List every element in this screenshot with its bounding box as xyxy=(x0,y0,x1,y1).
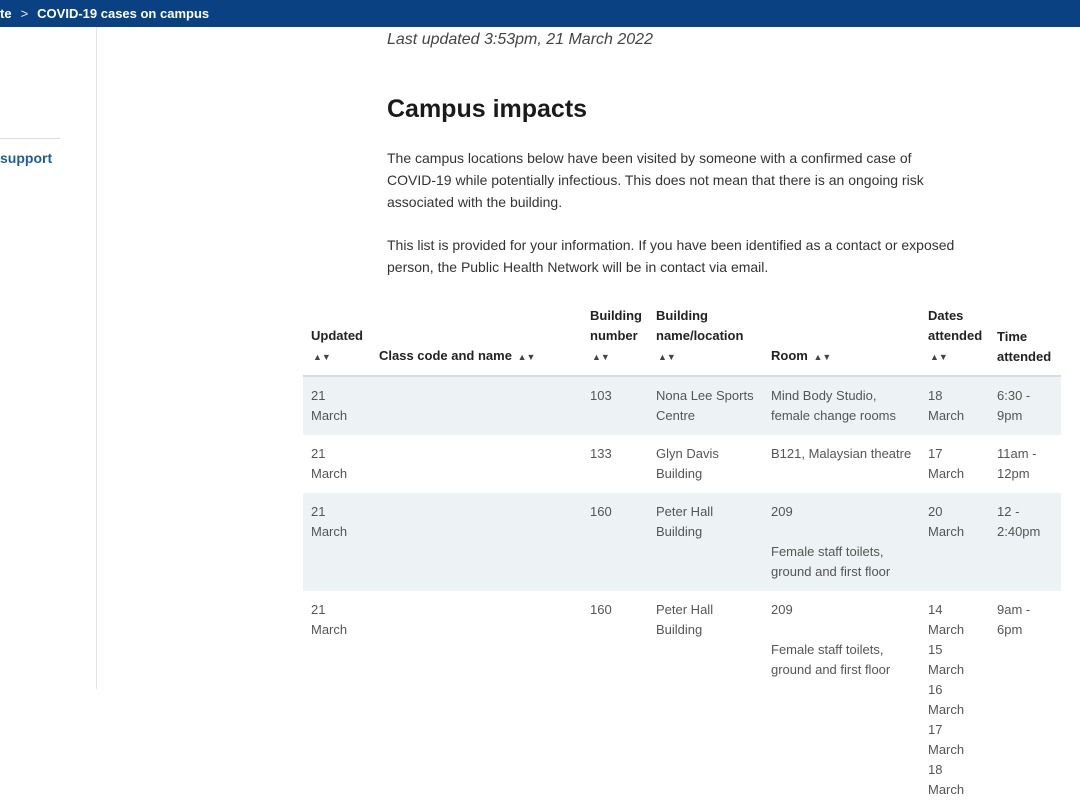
cell-class-code xyxy=(371,435,582,493)
info-paragraph: This list is provided for your informati… xyxy=(387,237,955,275)
table-header-row: Updated ▲▼ Class code and name ▲▼ Buildi… xyxy=(303,306,1061,377)
sidebar-divider-rule xyxy=(0,138,60,139)
cell-room: 209 Female staff toilets, ground and fir… xyxy=(763,493,920,591)
sort-icon[interactable]: ▲▼ xyxy=(813,347,831,367)
last-updated-text: Last updated 3:53pm, 21 March 2022 xyxy=(387,31,653,48)
table-row: 21 March 133 Glyn Davis Building B121, M… xyxy=(303,435,1061,493)
cell-updated: 21 March xyxy=(311,446,348,481)
cell-building-name: Peter Hall Building xyxy=(656,602,714,637)
sort-icon[interactable]: ▲▼ xyxy=(518,347,536,367)
table-row: 21 March 160 Peter Hall Building 209 Fem… xyxy=(303,591,1061,809)
column-header-time-attended: Time attended xyxy=(989,306,1061,377)
cell-dates: 18 March xyxy=(920,376,989,435)
column-header-building-number[interactable]: Building number ▲▼ xyxy=(582,306,648,377)
cell-building-name: Peter Hall Building xyxy=(648,493,763,591)
cell-building-number: 160 xyxy=(590,602,612,617)
intro-paragraph: The campus locations below have been vis… xyxy=(387,150,924,210)
sort-icon[interactable]: ▲▼ xyxy=(930,347,948,367)
cell-room: Mind Body Studio, female change rooms xyxy=(763,376,920,435)
column-header-updated[interactable]: Updated ▲▼ xyxy=(303,306,371,377)
sort-icon[interactable]: ▲▼ xyxy=(658,347,676,367)
breadcrumb-chevron-icon: > xyxy=(20,6,29,21)
breadcrumb: te > COVID-19 cases on campus xyxy=(0,0,1080,27)
page-heading: Campus impacts xyxy=(387,95,588,123)
table-row: 21 March 103 Nona Lee Sports Centre Mind… xyxy=(303,376,1061,435)
cell-building-number: 103 xyxy=(582,376,648,435)
cell-time: 9am - 6pm xyxy=(997,602,1031,637)
cell-building-name: Nona Lee Sports Centre xyxy=(648,376,763,435)
column-header-building-name[interactable]: Building name/location ▲▼ xyxy=(648,306,763,377)
cell-class-code xyxy=(371,493,582,591)
sidebar-border xyxy=(96,27,97,689)
cell-time: 6:30 - 9pm xyxy=(989,376,1061,435)
cell-building-name: Glyn Davis Building xyxy=(656,446,719,481)
cell-class-code xyxy=(371,376,582,435)
breadcrumb-current: COVID-19 cases on campus xyxy=(37,6,210,21)
cell-time: 11am - 12pm xyxy=(997,446,1037,481)
cell-room: 209 Female staff toilets, ground and fir… xyxy=(763,591,920,809)
column-header-room[interactable]: Room ▲▼ xyxy=(763,306,920,377)
breadcrumb-parent-link[interactable]: te xyxy=(0,6,12,21)
cell-updated: 21 March xyxy=(303,493,371,591)
cell-time: 12 - 2:40pm xyxy=(989,493,1061,591)
cell-updated: 21 March xyxy=(311,602,348,637)
cell-updated: 21 March xyxy=(303,376,371,435)
cell-dates: 20 March xyxy=(920,493,989,591)
room-note: Female staff toilets, ground and first f… xyxy=(771,642,891,677)
campus-cases-table: Updated ▲▼ Class code and name ▲▼ Buildi… xyxy=(303,306,1061,809)
sidebar-support-link[interactable]: support xyxy=(0,150,52,166)
table-row: 21 March 160 Peter Hall Building 209 Fem… xyxy=(303,493,1061,591)
cell-class-code xyxy=(371,591,582,809)
room-note: Female staff toilets, ground and first f… xyxy=(771,544,891,579)
sort-icon[interactable]: ▲▼ xyxy=(592,347,610,367)
cell-room: B121, Malaysian theatre xyxy=(771,446,912,461)
cell-dates: 17 March xyxy=(928,446,965,481)
sort-icon[interactable]: ▲▼ xyxy=(313,347,331,367)
cell-building-number: 133 xyxy=(590,446,612,461)
column-header-class-code[interactable]: Class code and name ▲▼ xyxy=(371,306,582,377)
cell-building-number: 160 xyxy=(582,493,648,591)
cell-dates: 14 March 15 March 16 March 17 March 18 M… xyxy=(928,602,965,797)
column-header-dates-attended[interactable]: Dates attended ▲▼ xyxy=(920,306,989,377)
